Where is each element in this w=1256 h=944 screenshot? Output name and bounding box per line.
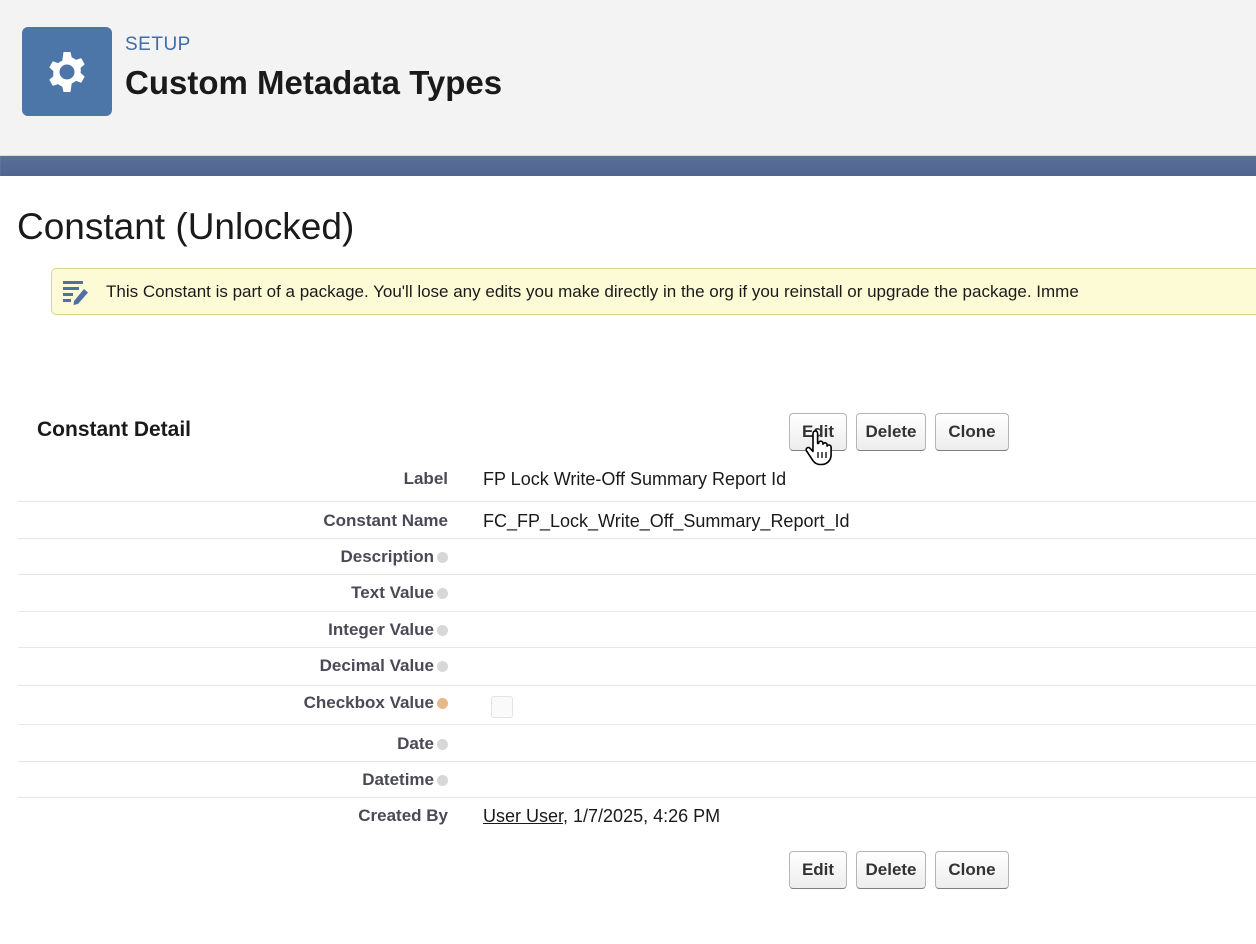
- field-label: Datetime: [362, 770, 448, 790]
- detail-row-checkbox-value: Checkbox Value: [18, 686, 1256, 725]
- help-icon[interactable]: [437, 587, 448, 599]
- checkbox-value-checkbox: [491, 696, 513, 718]
- header-eyebrow: SETUP: [125, 34, 191, 55]
- detail-row-label: Label FP Lock Write-Off Summary Report I…: [18, 460, 1256, 502]
- detail-row-text-value: Text Value: [18, 575, 1256, 612]
- field-label: Decimal Value: [320, 656, 448, 676]
- field-label: Integer Value: [328, 620, 448, 640]
- delete-button-top[interactable]: Delete: [856, 413, 926, 451]
- package-warning-message: This Constant is part of a package. You'…: [51, 268, 1256, 315]
- field-label: Description: [340, 547, 448, 567]
- clone-button-bottom[interactable]: Clone: [935, 851, 1009, 889]
- warning-text: This Constant is part of a package. You'…: [106, 281, 1079, 301]
- help-icon[interactable]: [437, 624, 448, 636]
- field-label: Date: [397, 734, 448, 754]
- field-label-text: Description: [340, 547, 434, 566]
- field-label: Label: [403, 469, 448, 488]
- detail-section-title: Constant Detail: [37, 418, 192, 441]
- header-icon-tile: [22, 27, 112, 116]
- edit-button-top[interactable]: Edit: [789, 413, 847, 451]
- detail-row-created-by: Created By User User, 1/7/2025, 4:26 PM: [18, 798, 1256, 838]
- delete-button-bottom[interactable]: Delete: [856, 851, 926, 889]
- field-label: Constant Name: [323, 511, 448, 530]
- created-by-user-link[interactable]: User User: [483, 806, 563, 826]
- header-title: Custom Metadata Types: [125, 64, 503, 101]
- edit-button-bottom[interactable]: Edit: [789, 851, 847, 889]
- field-label: Text Value: [351, 583, 448, 603]
- field-label-text: Integer Value: [328, 620, 434, 639]
- detail-row-decimal-value: Decimal Value: [18, 648, 1256, 686]
- page-title: Constant (Unlocked): [17, 206, 355, 247]
- edit-note-icon: [63, 280, 88, 305]
- field-label-text: Text Value: [351, 583, 434, 602]
- detail-row-date: Date: [18, 725, 1256, 762]
- help-icon[interactable]: [437, 660, 448, 672]
- gear-icon: [49, 51, 85, 92]
- brand-band: [0, 156, 1256, 176]
- detail-row-constant-name: Constant Name FC_FP_Lock_Write_Off_Summa…: [18, 502, 1256, 539]
- field-label-text: Checkbox Value: [303, 693, 434, 712]
- field-label-text: Decimal Value: [319, 656, 434, 675]
- field-label-text: Date: [397, 734, 434, 753]
- detail-row-description: Description: [18, 539, 1256, 575]
- detail-table: Label FP Lock Write-Off Summary Report I…: [18, 460, 1256, 838]
- top-button-group: Edit Delete Clone: [789, 413, 1009, 451]
- help-icon[interactable]: [437, 738, 448, 750]
- detail-row-integer-value: Integer Value: [18, 612, 1256, 648]
- created-by-date: , 1/7/2025, 4:26 PM: [563, 806, 721, 826]
- help-icon[interactable]: [437, 697, 448, 709]
- clone-button-top[interactable]: Clone: [935, 413, 1009, 451]
- field-value: FC_FP_Lock_Write_Off_Summary_Report_Id: [483, 511, 850, 531]
- field-value: FP Lock Write-Off Summary Report Id: [483, 469, 787, 489]
- field-label: Created By: [358, 806, 448, 825]
- field-label: Checkbox Value: [304, 693, 448, 713]
- help-icon[interactable]: [437, 774, 448, 786]
- setup-header: SETUP Custom Metadata Types: [0, 0, 1256, 156]
- help-icon[interactable]: [437, 551, 448, 563]
- field-value: User User, 1/7/2025, 4:26 PM: [483, 806, 720, 827]
- bottom-button-group: Edit Delete Clone: [789, 851, 1009, 889]
- detail-row-datetime: Datetime: [18, 762, 1256, 798]
- field-label-text: Datetime: [362, 770, 434, 789]
